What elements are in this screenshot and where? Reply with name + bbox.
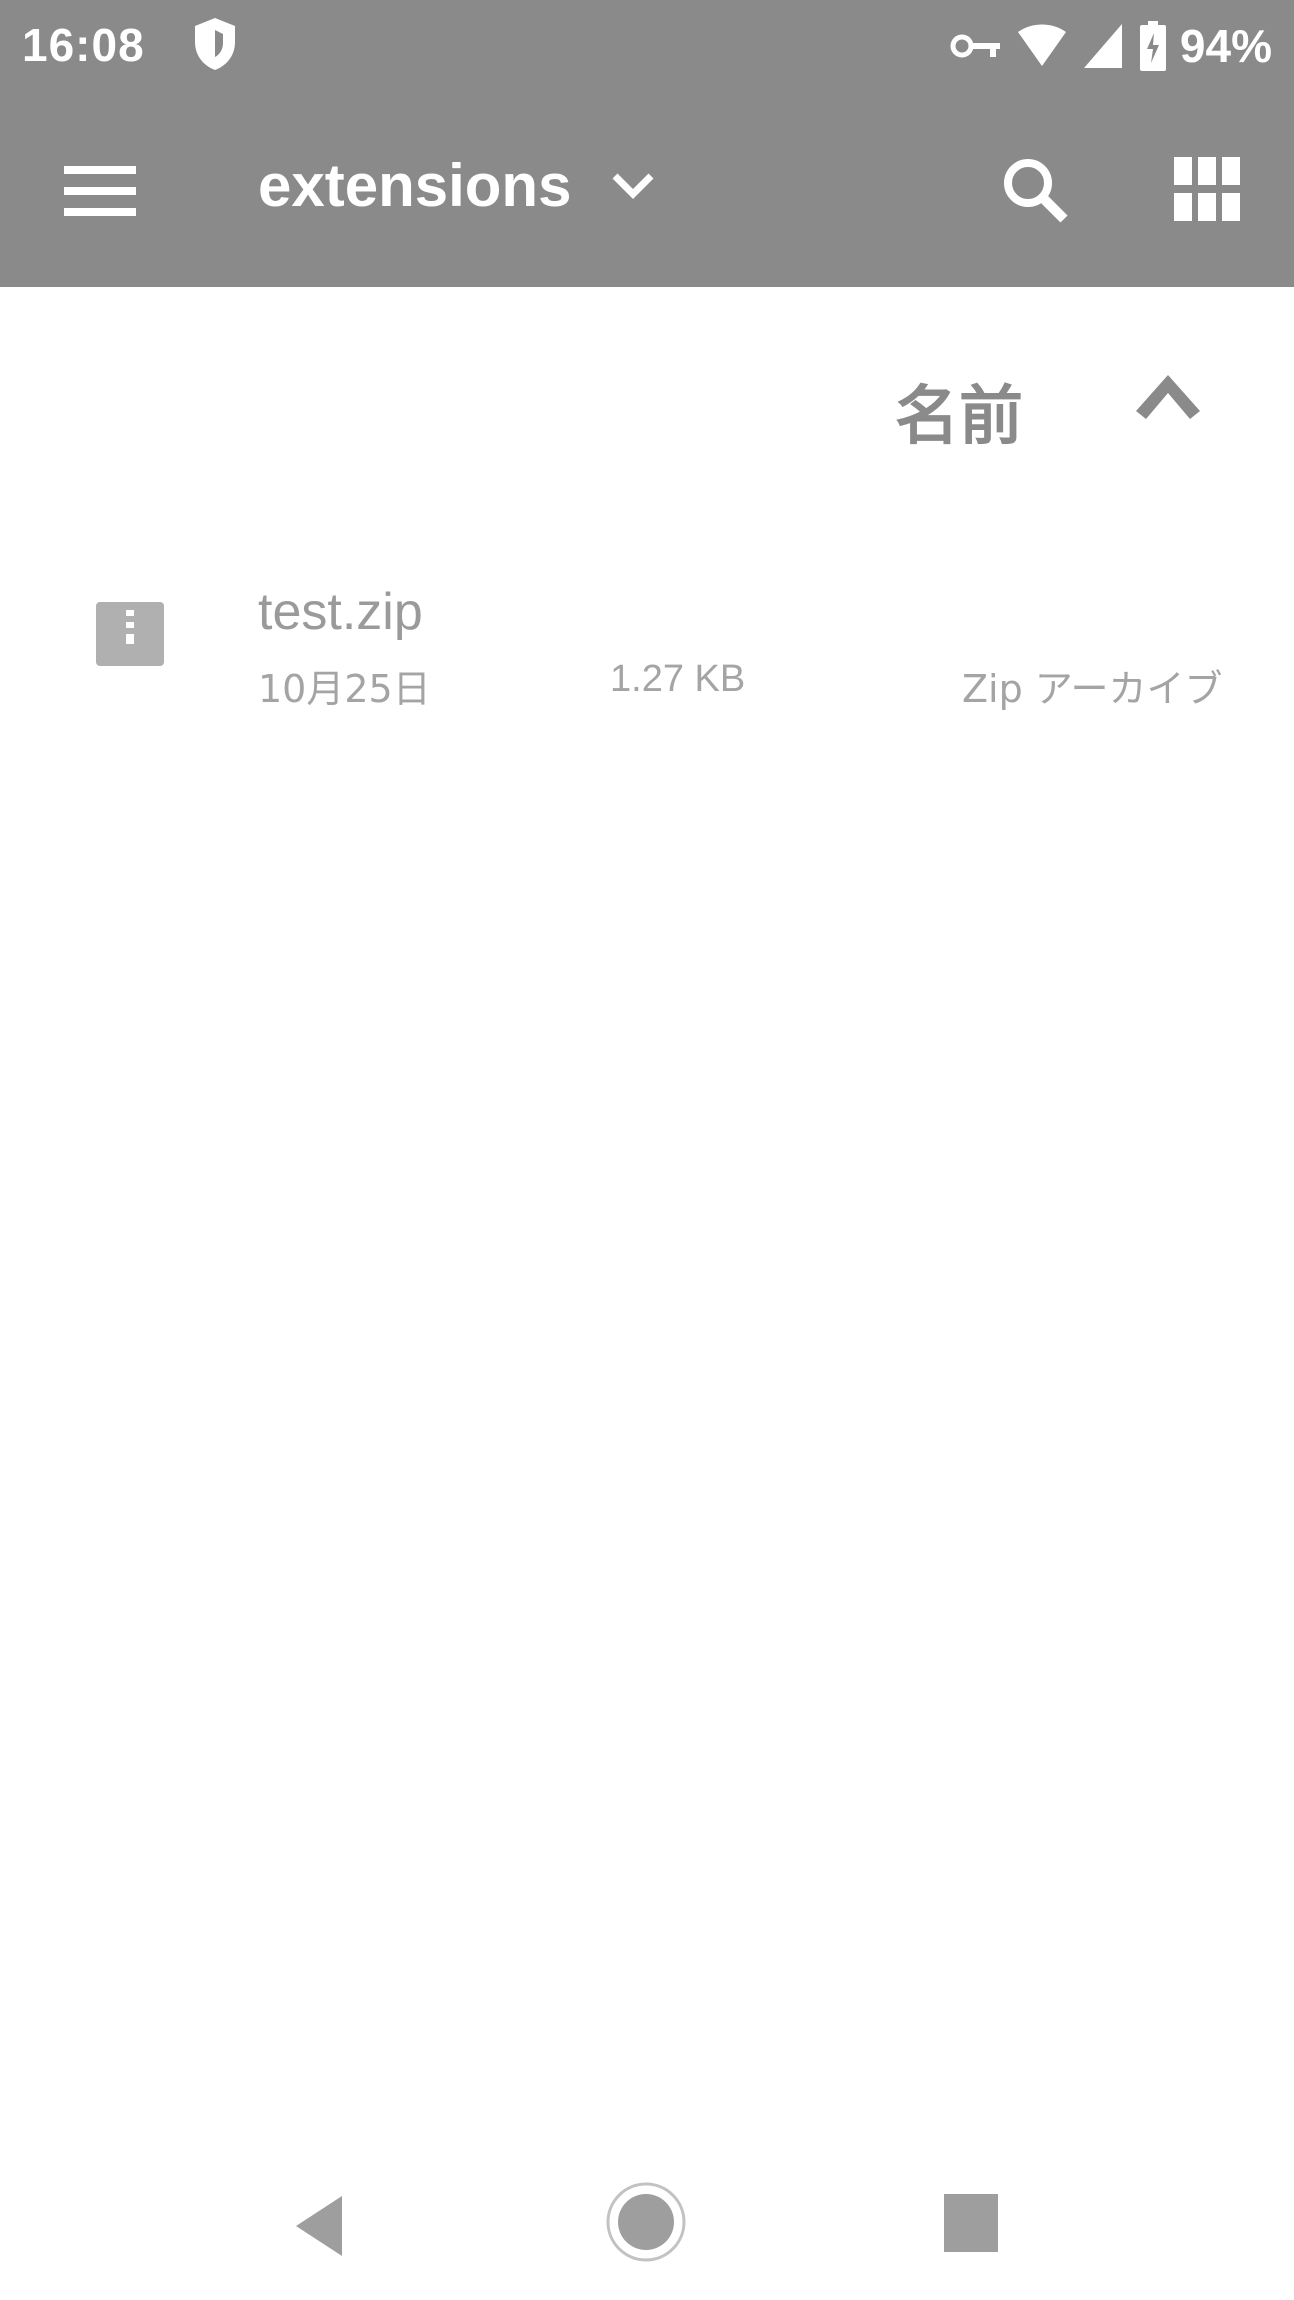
file-name: test.zip <box>258 583 423 641</box>
status-time: 16:08 <box>22 19 145 71</box>
app-title: extensions <box>258 152 572 219</box>
recents-icon <box>944 2194 998 2252</box>
file-type: Zip アーカイブ <box>962 667 1223 711</box>
grid-view-icon <box>1174 157 1240 221</box>
folder-dropdown[interactable]: extensions <box>258 151 655 220</box>
home-button[interactable] <box>604 2180 688 2264</box>
dropdown-chevron-icon <box>612 173 654 199</box>
back-button[interactable] <box>292 2194 346 2258</box>
search-icon <box>1004 159 1068 223</box>
file-date: 10月25日 <box>258 667 431 711</box>
signal-icon <box>1082 22 1126 70</box>
recents-button[interactable] <box>944 2194 998 2252</box>
shield-icon <box>192 16 238 72</box>
zip-file-icon <box>96 602 164 666</box>
sort-direction-button[interactable] <box>1132 371 1204 423</box>
file-list-item[interactable]: test.zip 10月25日 1.27 KB Zip アーカイブ <box>0 560 1294 730</box>
menu-button[interactable] <box>64 160 136 222</box>
sort-bar: 名前 <box>0 287 1294 507</box>
battery-percent: 94% <box>1179 20 1272 72</box>
status-bar: 16:08 94% <box>0 0 1294 95</box>
search-button[interactable] <box>1000 155 1070 225</box>
chevron-up-icon <box>1136 375 1200 419</box>
menu-icon <box>64 166 136 216</box>
back-icon <box>296 2196 342 2256</box>
navigation-bar <box>0 2160 1294 2300</box>
vpn-key-icon <box>950 31 1002 61</box>
app-bar: extensions <box>0 95 1294 287</box>
sort-by-name-button[interactable]: 名前 <box>895 365 1023 457</box>
battery-icon <box>1139 21 1166 71</box>
status-icons: 94% <box>950 14 1272 78</box>
grid-view-button[interactable] <box>1174 157 1240 221</box>
home-icon <box>606 2182 686 2262</box>
wifi-icon <box>1016 24 1068 68</box>
file-size: 1.27 KB <box>610 658 746 700</box>
